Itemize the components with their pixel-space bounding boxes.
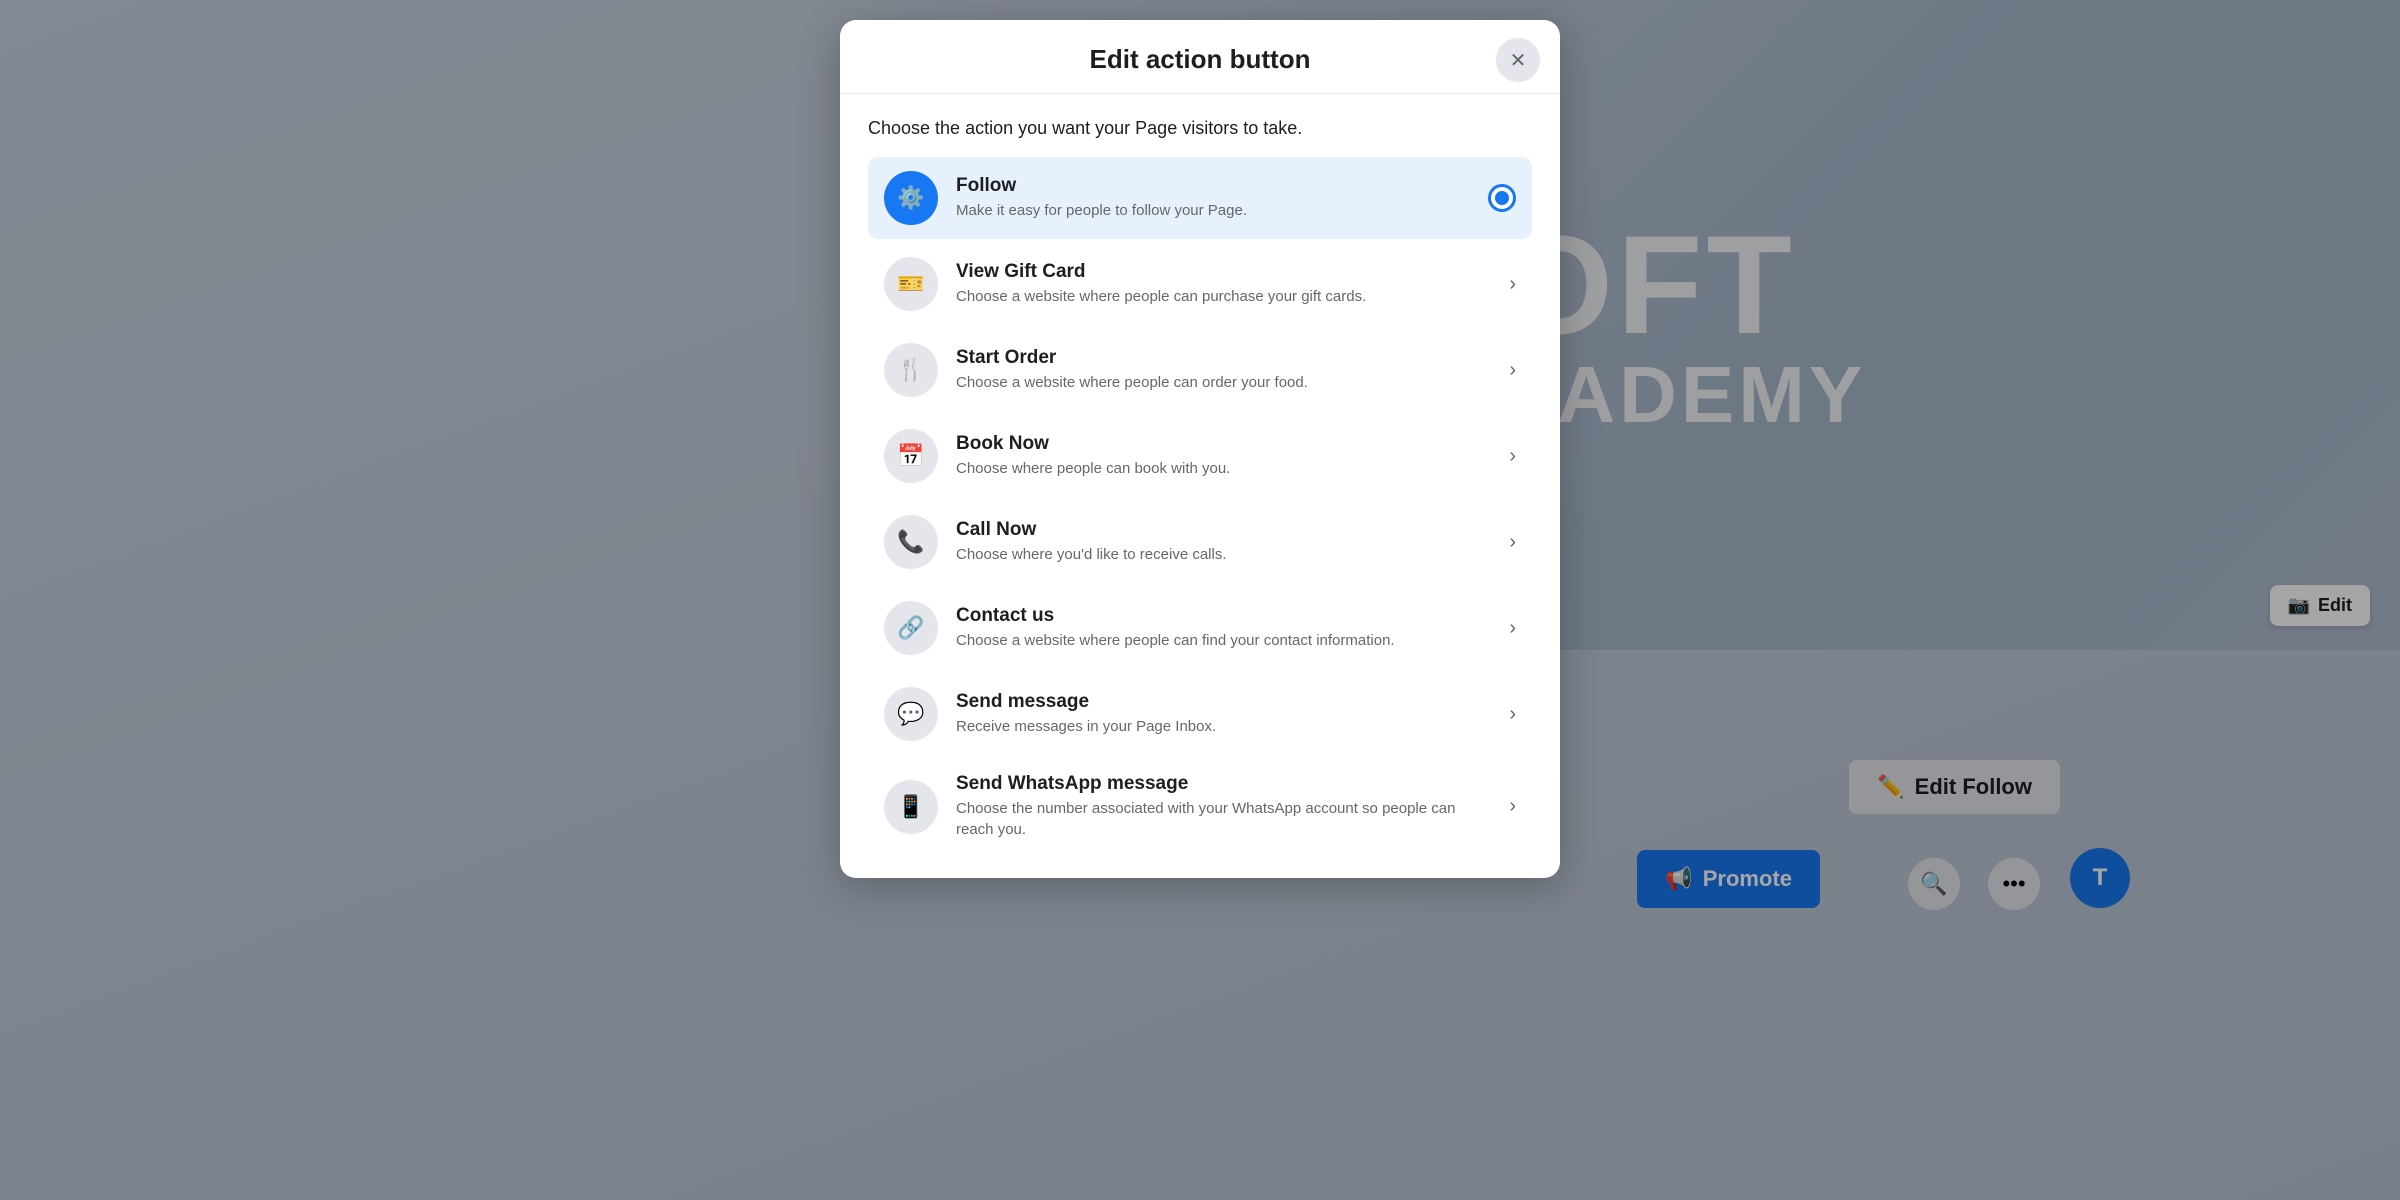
gift-card-title: View Gift Card xyxy=(956,261,1491,283)
start-order-title: Start Order xyxy=(956,347,1491,369)
whatsapp-icon: 📱 xyxy=(897,794,924,820)
messenger-icon-wrap: 💬 xyxy=(884,687,938,741)
gift-card-chevron: › xyxy=(1509,273,1516,296)
action-item-send-message[interactable]: 💬 Send message Receive messages in your … xyxy=(868,673,1532,755)
call-now-title: Call Now xyxy=(956,519,1491,541)
modal-title: Edit action button xyxy=(1090,44,1311,75)
send-whatsapp-chevron: › xyxy=(1509,795,1516,818)
start-order-desc: Choose a website where people can order … xyxy=(956,372,1491,393)
action-item-follow[interactable]: ⚙️ Follow Make it easy for people to fol… xyxy=(868,157,1532,239)
send-message-text: Send message Receive messages in your Pa… xyxy=(956,691,1491,737)
contact-us-title: Contact us xyxy=(956,605,1491,627)
gear-icon: ⚙️ xyxy=(897,185,924,211)
gift-icon: 🎫 xyxy=(897,271,924,297)
send-whatsapp-title: Send WhatsApp message xyxy=(956,773,1491,795)
action-item-send-whatsapp[interactable]: 📱 Send WhatsApp message Choose the numbe… xyxy=(868,759,1532,854)
contact-us-text: Contact us Choose a website where people… xyxy=(956,605,1491,651)
modal-overlay: Edit action button ✕ Choose the action y… xyxy=(0,0,2400,1200)
gift-card-desc: Choose a website where people can purcha… xyxy=(956,286,1491,307)
calendar-icon-wrap: 📅 xyxy=(884,429,938,483)
modal-header: Edit action button ✕ xyxy=(840,20,1560,94)
gift-card-text: View Gift Card Choose a website where pe… xyxy=(956,261,1491,307)
follow-text: Follow Make it easy for people to follow… xyxy=(956,175,1470,221)
book-now-desc: Choose where people can book with you. xyxy=(956,458,1491,479)
call-now-text: Call Now Choose where you'd like to rece… xyxy=(956,519,1491,565)
action-item-view-gift-card[interactable]: 🎫 View Gift Card Choose a website where … xyxy=(868,243,1532,325)
follow-icon-wrap: ⚙️ xyxy=(884,171,938,225)
calendar-icon: 📅 xyxy=(897,443,924,469)
send-message-title: Send message xyxy=(956,691,1491,713)
contact-us-chevron: › xyxy=(1509,617,1516,640)
whatsapp-icon-wrap: 📱 xyxy=(884,780,938,834)
follow-desc: Make it easy for people to follow your P… xyxy=(956,200,1470,221)
action-item-call-now[interactable]: 📞 Call Now Choose where you'd like to re… xyxy=(868,501,1532,583)
book-now-title: Book Now xyxy=(956,433,1491,455)
modal-subtitle: Choose the action you want your Page vis… xyxy=(868,118,1532,139)
book-now-text: Book Now Choose where people can book wi… xyxy=(956,433,1491,479)
send-whatsapp-text: Send WhatsApp message Choose the number … xyxy=(956,773,1491,840)
link-icon-wrap: 🔗 xyxy=(884,601,938,655)
action-item-start-order[interactable]: 🍴 Start Order Choose a website where peo… xyxy=(868,329,1532,411)
phone-icon: 📞 xyxy=(897,529,924,555)
link-icon: 🔗 xyxy=(897,615,924,641)
phone-icon-wrap: 📞 xyxy=(884,515,938,569)
close-icon: ✕ xyxy=(1510,48,1527,73)
book-now-chevron: › xyxy=(1509,445,1516,468)
send-whatsapp-desc: Choose the number associated with your W… xyxy=(956,798,1491,840)
action-item-contact-us[interactable]: 🔗 Contact us Choose a website where peop… xyxy=(868,587,1532,669)
send-message-desc: Receive messages in your Page Inbox. xyxy=(956,716,1491,737)
start-order-chevron: › xyxy=(1509,359,1516,382)
follow-title: Follow xyxy=(956,175,1470,197)
action-list: ⚙️ Follow Make it easy for people to fol… xyxy=(868,157,1532,854)
gift-icon-wrap: 🎫 xyxy=(884,257,938,311)
follow-radio-selected xyxy=(1488,184,1516,212)
modal-body: Choose the action you want your Page vis… xyxy=(840,94,1560,878)
utensils-icon-wrap: 🍴 xyxy=(884,343,938,397)
start-order-text: Start Order Choose a website where peopl… xyxy=(956,347,1491,393)
call-now-chevron: › xyxy=(1509,531,1516,554)
send-message-chevron: › xyxy=(1509,703,1516,726)
edit-action-button-modal: Edit action button ✕ Choose the action y… xyxy=(840,20,1560,878)
modal-close-button[interactable]: ✕ xyxy=(1496,38,1540,82)
call-now-desc: Choose where you'd like to receive calls… xyxy=(956,544,1491,565)
action-item-book-now[interactable]: 📅 Book Now Choose where people can book … xyxy=(868,415,1532,497)
contact-us-desc: Choose a website where people can find y… xyxy=(956,630,1491,651)
utensils-icon: 🍴 xyxy=(897,357,924,383)
messenger-icon: 💬 xyxy=(897,701,924,727)
